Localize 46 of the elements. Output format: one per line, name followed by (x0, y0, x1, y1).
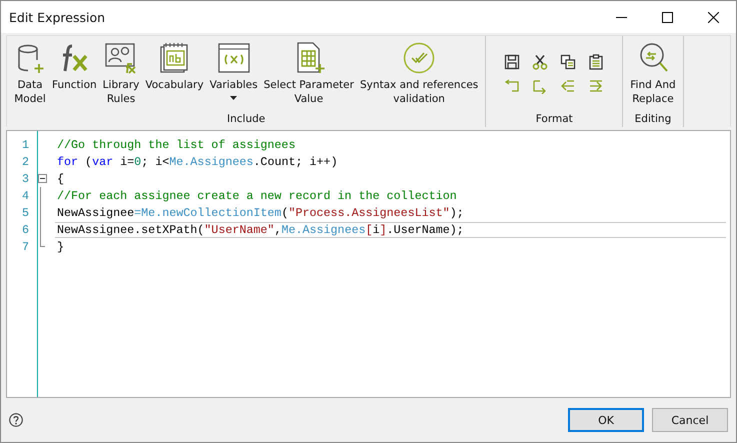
table-add-button[interactable]: Select Parameter Value (260, 40, 357, 108)
indent-icon (588, 78, 604, 94)
variables-icon (218, 42, 250, 74)
outdent-icon (560, 78, 576, 94)
code-line: NewAssignee=Me.newCollectionItem("Process.AssigneesList"); (56, 204, 465, 220)
variables-button[interactable]: Variables (206, 40, 261, 102)
line-number: 4 (20, 188, 29, 202)
cancel-button[interactable]: Cancel (652, 408, 728, 432)
code-line: { (56, 170, 66, 186)
copy-icon (560, 54, 576, 70)
search-button[interactable]: Find And Replace (627, 40, 679, 108)
collapse-icon[interactable] (38, 174, 46, 183)
line-number: 7 (20, 240, 29, 254)
notepad-icon (158, 42, 190, 74)
window-title: Edit Expression (9, 10, 106, 24)
code-line: for (var i=0; i<Me.Assignees.Count; i++) (56, 154, 339, 170)
code-line: //Go through the list of assignees (56, 136, 296, 152)
clipboard-icon (588, 54, 604, 70)
group-label: Format (536, 113, 573, 127)
undo-icon (504, 78, 520, 94)
code-line: //For each assignee create a new record in the collection (56, 188, 458, 204)
function-button[interactable]: Function (49, 40, 100, 94)
line-number: 6 (20, 222, 29, 236)
check-circle-icon (403, 42, 436, 74)
line-number: 2 (20, 154, 29, 168)
ok-button[interactable]: OK (568, 408, 644, 432)
check-circle-button[interactable]: Syntax and references validation (356, 40, 482, 108)
code-line: NewAssignee.setXPath("UserName",Me.Assignees[i].UserName); (55, 222, 726, 238)
group-label: Editing (634, 113, 672, 127)
group-label: Include (227, 113, 266, 127)
maximize-icon[interactable] (662, 12, 673, 22)
save-icon (504, 54, 520, 70)
minimize-icon[interactable] (616, 16, 627, 18)
database-button[interactable]: Data Model (11, 40, 49, 108)
library-button[interactable]: Library Rules (100, 40, 142, 108)
library-icon (105, 42, 138, 74)
line-number: 5 (20, 206, 29, 220)
caret-icon (230, 96, 238, 100)
line-number: 1 (20, 138, 29, 152)
close-icon[interactable] (708, 12, 719, 22)
help-icon[interactable] (9, 413, 23, 427)
code-line: } (56, 238, 66, 254)
notepad-button[interactable]: Vocabulary (142, 40, 207, 94)
line-number: 3 (20, 172, 29, 186)
scissors-icon (532, 54, 548, 70)
redo-icon (532, 78, 548, 94)
